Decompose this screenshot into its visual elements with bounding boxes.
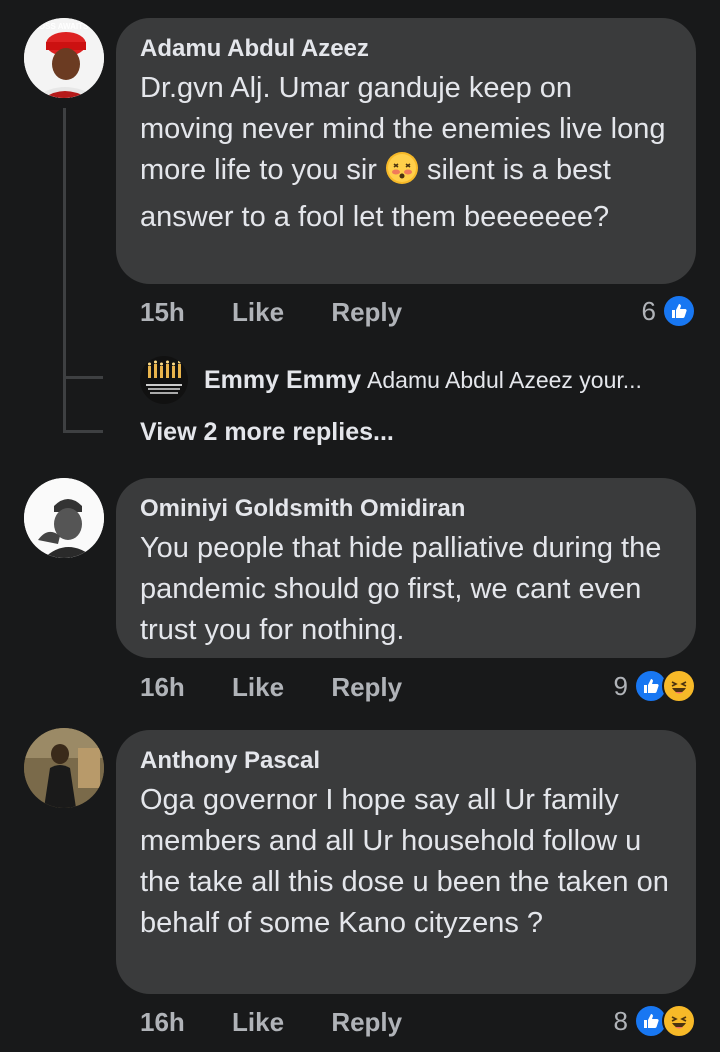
avatar-badge: LOSS AWAITS — [34, 22, 89, 31]
reply-button[interactable]: Reply — [331, 1007, 402, 1038]
thread-line-branch-2 — [63, 430, 103, 433]
comment-text: You people that hide palliative during t… — [140, 532, 662, 646]
haha-emoji-icon — [662, 1004, 696, 1038]
comment-actions: 16h Like Reply — [140, 672, 402, 703]
timestamp[interactable]: 15h — [140, 297, 185, 328]
user-photo-icon — [24, 728, 104, 808]
thread-line-vertical — [63, 108, 66, 430]
view-more-replies-link[interactable]: View 2 more replies... — [140, 418, 394, 447]
comment-text: Oga governor I hope say all Ur family me… — [140, 784, 669, 939]
comment-author[interactable]: Adamu Abdul Azeez — [140, 34, 672, 64]
reaction-summary[interactable]: 8 — [614, 1004, 696, 1038]
timestamp[interactable]: 16h — [140, 1007, 185, 1038]
haha-emoji-icon — [662, 669, 696, 703]
like-button[interactable]: Like — [232, 1007, 284, 1038]
like-button[interactable]: Like — [232, 672, 284, 703]
dizzy-face-emoji-icon — [385, 151, 419, 197]
comment-actions: 15h Like Reply — [140, 297, 402, 328]
reply-avatar[interactable] — [140, 356, 188, 404]
comment-actions: 16h Like Reply — [140, 1007, 402, 1038]
comment-bubble: Adamu Abdul Azeez Dr.gvn Alj. Umar gandu… — [116, 18, 696, 284]
user-photo-icon — [24, 478, 104, 558]
reaction-count: 6 — [641, 295, 656, 326]
thumbs-up-icon — [662, 294, 696, 328]
avatar[interactable] — [24, 478, 104, 558]
comment-text: Dr.gvn Alj. Umar ganduje keep on moving … — [140, 68, 672, 238]
reply-preview[interactable]: Emmy Emmy Adamu Abdul Azeez your... — [140, 356, 642, 404]
reply-button[interactable]: Reply — [331, 297, 402, 328]
reply-text: Adamu Abdul Azeez your... — [367, 366, 642, 393]
reply-author[interactable]: Emmy Emmy — [204, 366, 361, 395]
candles-avatar-icon — [140, 356, 188, 404]
timestamp[interactable]: 16h — [140, 672, 185, 703]
reaction-count: 8 — [613, 1005, 628, 1036]
comment-author[interactable]: Anthony Pascal — [140, 746, 672, 776]
avatar[interactable]: LOSS AWAITS — [24, 18, 104, 98]
comment-bubble: Ominiyi Goldsmith Omidiran You people th… — [116, 478, 696, 658]
thread-line-branch-1 — [63, 376, 103, 379]
like-button[interactable]: Like — [232, 297, 284, 328]
reaction-summary[interactable]: 6 — [642, 294, 696, 328]
comment-author[interactable]: Ominiyi Goldsmith Omidiran — [140, 494, 672, 524]
reaction-summary[interactable]: 9 — [614, 669, 696, 703]
avatar[interactable] — [24, 728, 104, 808]
reaction-count: 9 — [613, 670, 628, 701]
comment-bubble: Anthony Pascal Oga governor I hope say a… — [116, 730, 696, 994]
reply-button[interactable]: Reply — [331, 672, 402, 703]
